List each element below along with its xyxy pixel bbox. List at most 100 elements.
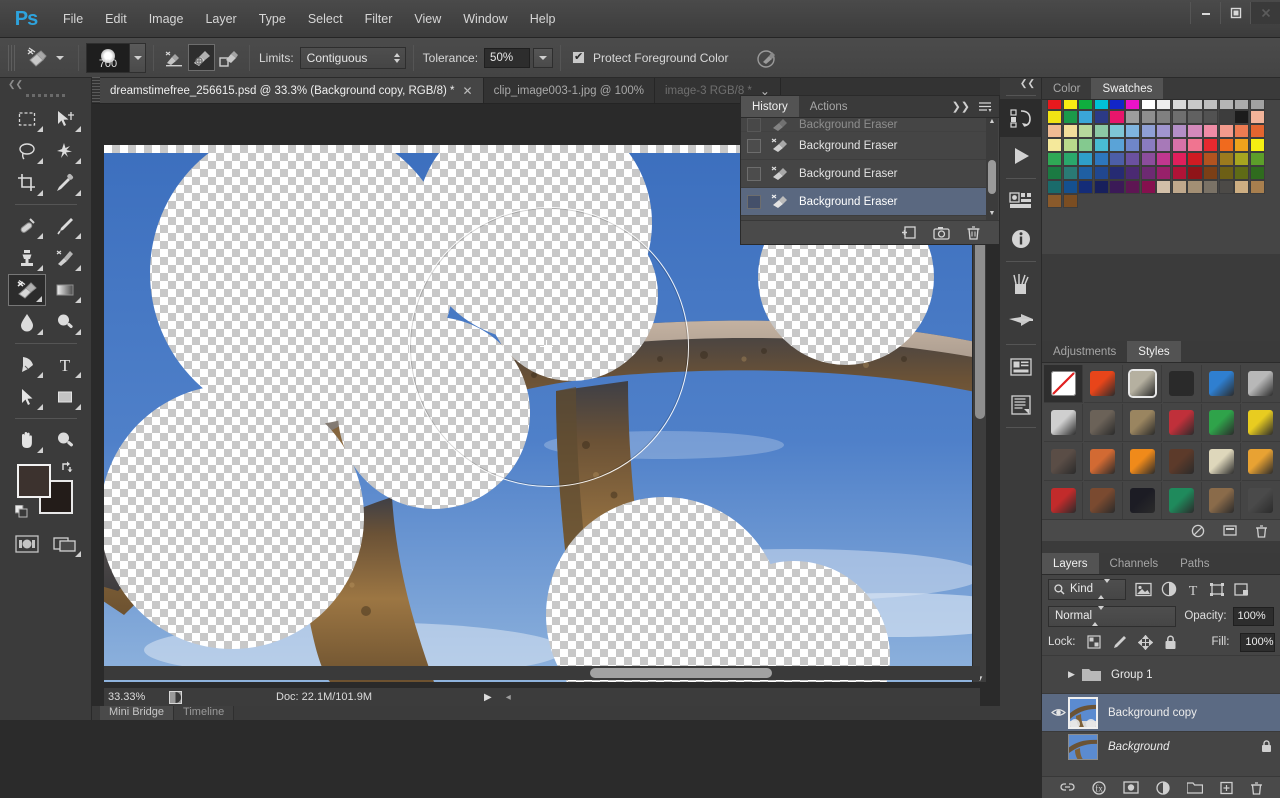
- crop-tool[interactable]: [8, 167, 46, 199]
- color-swatch[interactable]: [1187, 166, 1202, 180]
- adjustment-layer-filter-icon[interactable]: [1161, 581, 1177, 597]
- color-swatch[interactable]: [1094, 166, 1109, 180]
- fill-input[interactable]: 100%: [1240, 633, 1274, 652]
- history-item-selected[interactable]: Background Eraser: [741, 188, 986, 216]
- color-swatch[interactable]: [1219, 166, 1234, 180]
- color-swatch[interactable]: [1125, 152, 1140, 166]
- color-swatch[interactable]: [1094, 180, 1109, 194]
- type-layer-filter-icon[interactable]: T: [1186, 582, 1200, 597]
- delete-icon[interactable]: [966, 225, 981, 240]
- sampling-once-icon[interactable]: [188, 44, 215, 71]
- style-tan-gradient[interactable]: [1123, 404, 1162, 442]
- adjustment-layer-icon[interactable]: [1156, 781, 1170, 795]
- color-swatch[interactable]: [1156, 152, 1171, 166]
- style-red-stripes[interactable]: [1163, 404, 1202, 442]
- color-swatch[interactable]: [1203, 180, 1218, 194]
- blur-tool[interactable]: [8, 306, 46, 338]
- tab-actions[interactable]: Actions: [799, 96, 859, 117]
- style-night-sky[interactable]: [1123, 482, 1162, 520]
- style-empty[interactable]: [1242, 482, 1280, 520]
- style-sunset-sky[interactable]: [1084, 365, 1123, 403]
- color-swatch[interactable]: [1187, 152, 1202, 166]
- actions-play-icon[interactable]: [1000, 137, 1042, 175]
- styles-grid[interactable]: [1042, 363, 1280, 521]
- tab-bar-grip[interactable]: [92, 77, 100, 103]
- color-swatch[interactable]: [1047, 180, 1062, 194]
- color-swatch[interactable]: [1125, 110, 1140, 124]
- tolerance-chevron-down-icon[interactable]: [533, 48, 553, 68]
- color-swatch[interactable]: [1063, 166, 1078, 180]
- new-style-icon[interactable]: [1223, 524, 1237, 537]
- brush-chevron-down-icon[interactable]: [129, 44, 145, 72]
- quick-mask-icon[interactable]: [8, 528, 46, 560]
- lasso-tool[interactable]: [8, 135, 46, 167]
- menu-item-filter[interactable]: Filter: [354, 8, 404, 30]
- color-swatch[interactable]: [1047, 124, 1062, 138]
- lock-position-icon[interactable]: [1138, 635, 1153, 650]
- color-swatch[interactable]: [1094, 110, 1109, 124]
- color-swatch[interactable]: [1109, 138, 1124, 152]
- options-bar-grip[interactable]: [8, 45, 15, 71]
- canvas-vertical-scroll-thumb[interactable]: [975, 229, 985, 419]
- protect-foreground-checkbox[interactable]: ✔: [572, 51, 585, 64]
- info-icon[interactable]: [1000, 220, 1042, 258]
- color-swatch[interactable]: [1172, 138, 1187, 152]
- color-swatch[interactable]: [1203, 124, 1218, 138]
- swatch-grid[interactable]: [1042, 94, 1280, 208]
- color-swatch[interactable]: [1063, 152, 1078, 166]
- color-swatch[interactable]: [1063, 124, 1078, 138]
- color-swatch[interactable]: [1172, 180, 1187, 194]
- foreground-color-swatch[interactable]: [17, 464, 51, 498]
- tab-color[interactable]: Color: [1042, 78, 1091, 99]
- gradient-tool[interactable]: [46, 274, 84, 306]
- styles-icon[interactable]: [1000, 386, 1042, 424]
- maximize-button[interactable]: [1220, 2, 1250, 24]
- history-brush-tool[interactable]: [46, 242, 84, 274]
- layer-row-group[interactable]: ▶ Group 1: [1042, 655, 1280, 693]
- color-swatch[interactable]: [1094, 138, 1109, 152]
- color-swatch[interactable]: [1156, 124, 1171, 138]
- tab-mini-bridge[interactable]: Mini Bridge: [100, 706, 174, 720]
- horizontal-type-tool[interactable]: T: [46, 349, 84, 381]
- document-tab-2[interactable]: clip_image003-1.jpg @ 100%: [484, 78, 655, 103]
- color-swatch[interactable]: [1109, 180, 1124, 194]
- style-faded-tan[interactable]: [1084, 404, 1123, 442]
- smart-object-filter-icon[interactable]: [1234, 582, 1249, 597]
- color-swatch[interactable]: [1109, 152, 1124, 166]
- move-tool[interactable]: [46, 103, 84, 135]
- color-swatch[interactable]: [1234, 138, 1249, 152]
- color-swatch[interactable]: [1125, 166, 1140, 180]
- color-swatch[interactable]: [1234, 110, 1249, 124]
- history-state-checkbox[interactable]: [747, 167, 761, 181]
- color-swatch[interactable]: [1219, 180, 1234, 194]
- color-swatch[interactable]: [1234, 180, 1249, 194]
- scroll-down-icon[interactable]: ▼: [986, 210, 998, 220]
- style-chrome-plain[interactable]: [1242, 365, 1280, 403]
- color-swatch[interactable]: [1250, 138, 1265, 152]
- toolbar-collapse-icon[interactable]: ❮❮: [0, 78, 91, 90]
- lock-transparent-pixels-icon[interactable]: [1087, 635, 1101, 649]
- group-expand-arrow-icon[interactable]: ▶: [1068, 669, 1082, 680]
- color-swatch[interactable]: [1109, 110, 1124, 124]
- delete-style-icon[interactable]: [1255, 524, 1268, 538]
- color-swatch[interactable]: [1187, 124, 1202, 138]
- menu-item-image[interactable]: Image: [138, 8, 195, 30]
- screen-mode-icon[interactable]: [46, 528, 84, 560]
- sampling-continuous-icon[interactable]: [161, 44, 188, 71]
- color-swatch[interactable]: [1078, 110, 1093, 124]
- add-mask-icon[interactable]: [1123, 781, 1139, 794]
- style-cream-paper[interactable]: [1202, 443, 1241, 481]
- menu-item-layer[interactable]: Layer: [194, 8, 247, 30]
- color-swatch[interactable]: [1063, 194, 1078, 208]
- tab-history[interactable]: History: [741, 96, 799, 117]
- toolbar-grip[interactable]: [26, 94, 66, 97]
- color-swatch[interactable]: [1156, 180, 1171, 194]
- color-swatch[interactable]: [1172, 124, 1187, 138]
- color-swatch[interactable]: [1109, 124, 1124, 138]
- document-thumb-icon[interactable]: [162, 691, 188, 704]
- limits-stepper-icon[interactable]: [394, 53, 400, 63]
- color-swatch[interactable]: [1172, 166, 1187, 180]
- color-swatch[interactable]: [1203, 110, 1218, 124]
- menu-item-file[interactable]: File: [52, 8, 94, 30]
- default-colors-icon[interactable]: [15, 505, 28, 518]
